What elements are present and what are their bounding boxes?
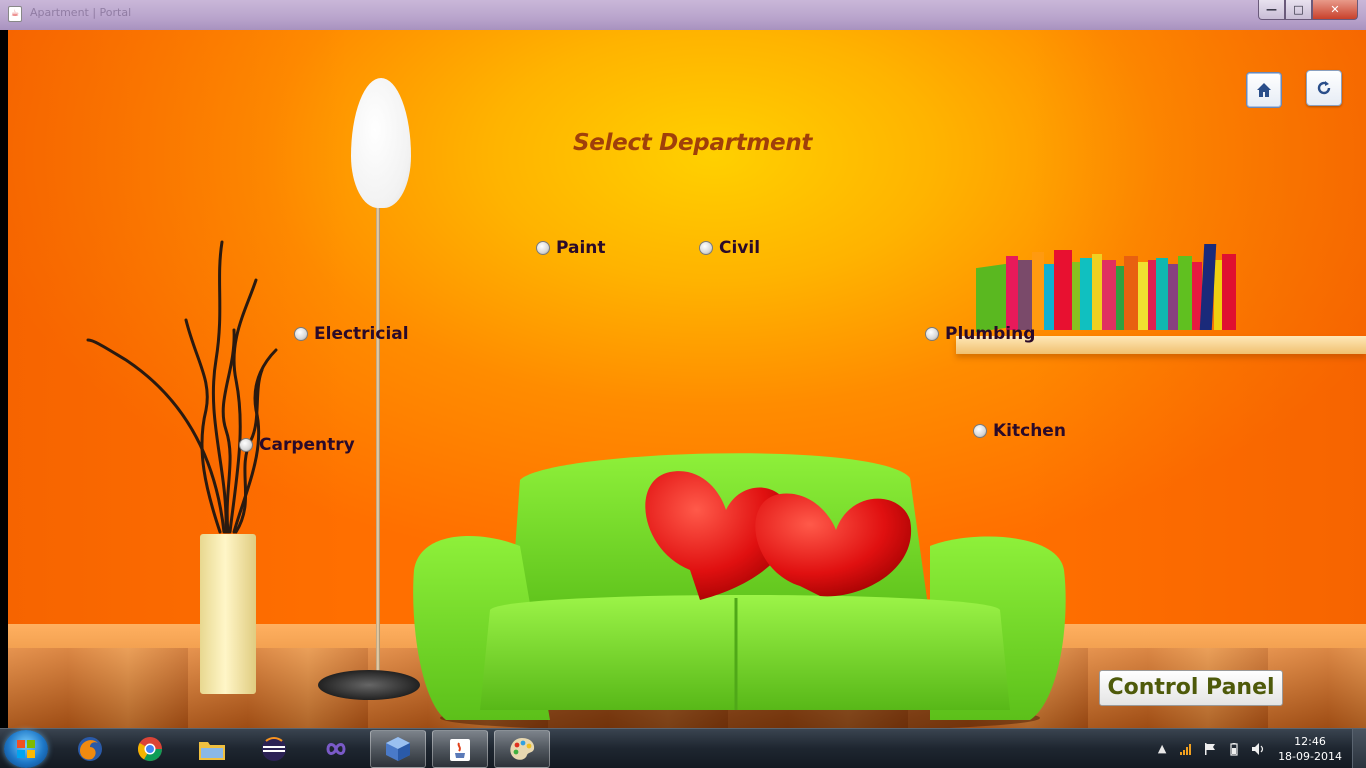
clock-time: 12:46 [1294,735,1326,748]
books-decoration [976,244,1236,333]
taskbar-paint[interactable] [494,730,550,768]
infinity-icon [326,743,346,755]
java-app-icon: ☕ [8,6,22,22]
window-title: Apartment | Portal [30,6,132,19]
department-option-paint[interactable]: Paint [536,238,606,258]
radio-button[interactable] [239,438,253,452]
taskbar-chrome[interactable] [122,730,178,768]
department-option-electricial[interactable]: Electricial [294,324,409,344]
show-hidden-icons-icon[interactable]: ▲ [1155,742,1169,756]
show-desktop-button[interactable] [1352,729,1366,768]
network-signal-icon[interactable] [1179,742,1193,756]
radio-button[interactable] [536,241,550,255]
page-title: Select Department [573,130,813,156]
floor-lamp-pole [376,202,380,680]
room-background: Select Department Paint Civil Electricia… [8,30,1366,728]
taskbar-clock[interactable]: 12:46 18-09-2014 [1278,734,1342,764]
radio-button[interactable] [294,327,308,341]
department-option-kitchen[interactable]: Kitchen [973,421,1066,441]
windows-logo-icon [17,740,35,758]
minimize-button[interactable]: — [1258,0,1285,20]
taskbar-explorer[interactable] [184,730,240,768]
start-button[interactable] [4,730,48,768]
branches-decoration [86,240,278,534]
refresh-icon [1317,81,1331,95]
option-label: Civil [719,238,761,258]
close-button[interactable]: ✕ [1312,0,1358,20]
taskbar-eclipse[interactable] [246,730,302,768]
department-option-civil[interactable]: Civil [699,238,760,258]
maximize-button[interactable]: □ [1285,0,1312,20]
option-label: Paint [556,238,606,258]
vase [200,534,256,694]
eclipse-icon [262,737,286,761]
refresh-button[interactable] [1306,70,1342,106]
windows-taskbar: ▲ 12:46 18-09-2014 [0,728,1366,768]
home-icon [1257,83,1271,97]
palette-icon [510,738,535,760]
radio-button[interactable] [699,241,713,255]
taskbar-java-app[interactable] [432,730,488,768]
option-label: Plumbing [945,324,1036,344]
action-center-flag-icon[interactable] [1203,742,1217,756]
window-titlebar[interactable]: ☕ Apartment | Portal — □ ✕ [0,0,1366,30]
home-button[interactable] [1246,72,1282,108]
system-tray: ▲ 12:46 18-09-2014 [1150,729,1366,768]
folder-icon [199,742,225,760]
taskbar-virtualbox[interactable] [370,730,426,768]
firefox-icon [78,737,102,761]
department-option-plumbing[interactable]: Plumbing [925,324,1035,344]
option-label: Electricial [314,324,409,344]
floor-lamp-base [318,670,420,700]
java-icon [450,739,470,761]
department-option-carpentry[interactable]: Carpentry [239,435,355,455]
option-label: Kitchen [993,421,1066,441]
clock-date: 18-09-2014 [1278,750,1342,763]
radio-button[interactable] [973,424,987,438]
control-panel-button[interactable]: Control Panel [1099,670,1283,706]
radio-button[interactable] [925,327,939,341]
taskbar-firefox[interactable] [62,730,118,768]
window-controls: — □ ✕ [1258,0,1358,20]
taskbar-visual-studio[interactable] [308,730,364,768]
green-sofa [413,453,1066,728]
option-label: Carpentry [259,435,355,455]
battery-icon[interactable] [1227,742,1241,756]
cube-icon [386,737,410,761]
chrome-icon [137,737,162,762]
volume-icon[interactable] [1251,742,1265,756]
